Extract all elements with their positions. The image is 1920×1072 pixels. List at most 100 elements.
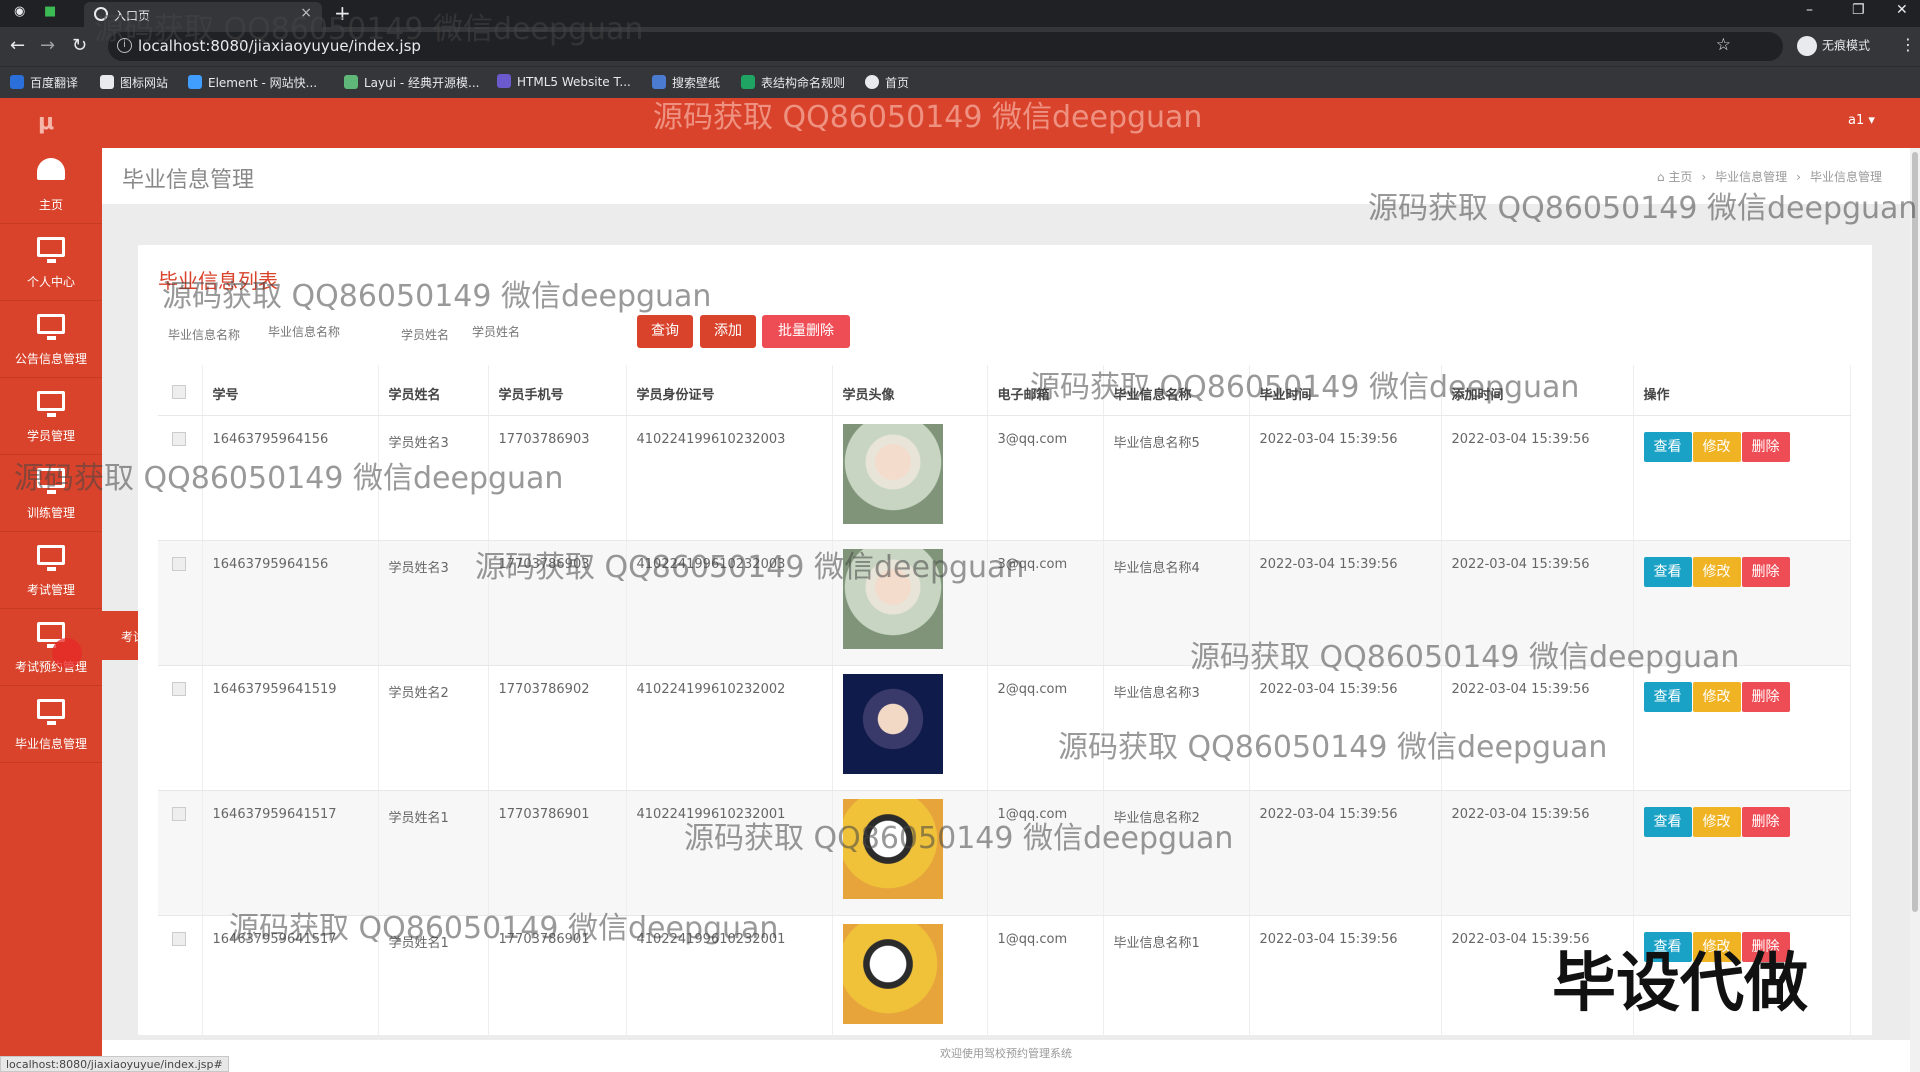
edit-button[interactable]: 修改 bbox=[1692, 431, 1741, 462]
site-info-icon[interactable]: i bbox=[117, 38, 132, 53]
actions-cell: 查看 修改 删除 bbox=[1633, 665, 1851, 791]
sidebar-item-notice[interactable]: 公告信息管理 bbox=[0, 302, 102, 378]
status-bar-url: localhost:8080/jiaxiaoyuyue/index.jsp# bbox=[0, 1056, 229, 1072]
bookmarks-bar: 百度翻译 图标网站 Element - 网站快... Layui - 经典开源模… bbox=[0, 66, 1920, 98]
sidebar-item-exam[interactable]: 考试管理 bbox=[0, 533, 102, 609]
view-button[interactable]: 查看 bbox=[1643, 556, 1692, 587]
avatar-cell bbox=[832, 415, 988, 541]
row-checkbox[interactable] bbox=[172, 431, 186, 446]
view-button[interactable]: 查看 bbox=[1643, 806, 1692, 837]
layui-icon bbox=[344, 75, 358, 89]
user-menu[interactable]: a1 ▾ bbox=[1848, 113, 1875, 128]
app-tab-icon[interactable]: ■ bbox=[44, 4, 56, 19]
bookmark-item[interactable]: 图标网站 bbox=[100, 74, 168, 91]
col-header: 毕业时间 bbox=[1249, 365, 1442, 416]
edit-button[interactable]: 修改 bbox=[1692, 681, 1741, 712]
row-checkbox[interactable] bbox=[172, 681, 186, 696]
bookmark-star-icon[interactable]: ☆ bbox=[1716, 35, 1731, 55]
monitor-icon bbox=[37, 314, 65, 340]
cell-add_time: 2022-03-04 15:39:56 bbox=[1441, 790, 1634, 916]
breadcrumb: ⌂ 主页 › 毕业信息管理 › 毕业信息管理 bbox=[1656, 170, 1882, 184]
grad-name-input[interactable] bbox=[268, 319, 378, 345]
minimize-icon[interactable]: – bbox=[1806, 2, 1813, 18]
page-scrollbar[interactable] bbox=[1910, 148, 1920, 1072]
address-bar: ← → ↻ i localhost:8080/jiaxiaoyuyue/inde… bbox=[0, 27, 1920, 66]
sidebar-item-graduation[interactable]: 毕业信息管理 bbox=[0, 687, 102, 763]
tab-close-icon[interactable]: × bbox=[300, 5, 312, 21]
cell-grad_time: 2022-03-04 15:39:56 bbox=[1249, 790, 1442, 916]
cell-grad_name: 毕业信息名称1 bbox=[1103, 915, 1250, 1041]
monitor-icon bbox=[37, 391, 65, 417]
select-all-checkbox[interactable] bbox=[172, 384, 186, 399]
mouse-cursor bbox=[52, 638, 82, 668]
query-button[interactable]: 查询 bbox=[637, 315, 693, 348]
add-button[interactable]: 添加 bbox=[700, 315, 756, 348]
view-button[interactable]: 查看 bbox=[1643, 431, 1692, 462]
delete-button[interactable]: 删除 bbox=[1741, 806, 1790, 837]
select-cell bbox=[158, 540, 203, 666]
delete-button[interactable]: 删除 bbox=[1741, 431, 1790, 462]
bookmark-item[interactable]: Element - 网站快... bbox=[188, 74, 317, 91]
col-header: 学员头像 bbox=[832, 365, 988, 416]
url-text: localhost:8080/jiaxiaoyuyue/index.jsp bbox=[138, 37, 421, 55]
delete-button[interactable]: 删除 bbox=[1741, 681, 1790, 712]
breadcrumb-section[interactable]: 毕业信息管理 bbox=[1715, 170, 1787, 184]
cell-name: 学员姓名1 bbox=[378, 915, 489, 1041]
col-header: 添加时间 bbox=[1441, 365, 1634, 416]
bookmark-item[interactable]: 搜索壁纸 bbox=[652, 74, 720, 91]
bookmark-item[interactable]: 首页 bbox=[865, 74, 909, 91]
student-name-input[interactable] bbox=[472, 319, 582, 345]
breadcrumb-home[interactable]: 主页 bbox=[1668, 170, 1692, 184]
forward-icon[interactable]: → bbox=[40, 35, 55, 56]
scrollbar-thumb[interactable] bbox=[1912, 152, 1918, 912]
avatar bbox=[842, 423, 943, 524]
row-checkbox[interactable] bbox=[172, 556, 186, 571]
batch-delete-button[interactable]: 批量删除 bbox=[762, 315, 850, 348]
row-checkbox[interactable] bbox=[172, 806, 186, 821]
edit-button[interactable]: 修改 bbox=[1692, 806, 1741, 837]
cell-email: 3@qq.com bbox=[987, 540, 1104, 666]
bookmark-item[interactable]: 表结构命名规则 bbox=[741, 74, 845, 91]
sidebar-item-exam-booking[interactable]: 考试预约管理 bbox=[0, 610, 102, 686]
actions-cell: 查看 修改 删除 bbox=[1633, 790, 1851, 916]
sidebar-item-students[interactable]: 学员管理 bbox=[0, 379, 102, 455]
new-tab-icon[interactable]: + bbox=[334, 1, 351, 25]
bookmark-item[interactable]: HTML5 Website T... bbox=[497, 74, 631, 89]
cell-add_time: 2022-03-04 15:39:56 bbox=[1441, 540, 1634, 666]
avatar-cell bbox=[832, 665, 988, 791]
cell-id: 16463795964156 bbox=[202, 540, 379, 666]
sidebar-item-profile[interactable]: 个人中心 bbox=[0, 225, 102, 301]
monitor-icon bbox=[37, 468, 65, 494]
view-button[interactable]: 查看 bbox=[1643, 681, 1692, 712]
browser-menu-icon[interactable]: ⋮ bbox=[1900, 35, 1916, 54]
app-logo: μ bbox=[38, 110, 55, 135]
cell-idcard: 410224199610232002 bbox=[626, 665, 833, 791]
url-field[interactable]: i localhost:8080/jiaxiaoyuyue/index.jsp … bbox=[108, 32, 1783, 61]
incognito-indicator[interactable]: 无痕模式 bbox=[1797, 36, 1870, 56]
col-header: 学员姓名 bbox=[378, 365, 489, 416]
cell-id: 164637959641517 bbox=[202, 790, 379, 916]
edit-button[interactable]: 修改 bbox=[1692, 556, 1741, 587]
back-icon[interactable]: ← bbox=[10, 35, 25, 56]
bookmark-item[interactable]: 百度翻译 bbox=[10, 74, 78, 91]
browser-tab-bar: ◉ ■ 入口页 × + – ❐ ✕ bbox=[0, 0, 1920, 27]
window-close-icon[interactable]: ✕ bbox=[1896, 2, 1908, 18]
sidebar-item-training[interactable]: 训练管理 bbox=[0, 456, 102, 532]
cell-grad_time: 2022-03-04 15:39:56 bbox=[1249, 415, 1442, 541]
cell-grad_name: 毕业信息名称4 bbox=[1103, 540, 1250, 666]
html5-icon bbox=[497, 74, 511, 88]
col-header: 操作 bbox=[1633, 365, 1851, 416]
table-header-row: 学号 学员姓名 学员手机号 学员身份证号 学员头像 电子邮箱 毕业信息名称 毕业… bbox=[158, 365, 1851, 416]
incognito-label: 无痕模式 bbox=[1822, 38, 1871, 53]
bookmark-item[interactable]: Layui - 经典开源模... bbox=[344, 74, 479, 91]
reload-icon[interactable]: ↻ bbox=[72, 35, 87, 56]
cell-id: 164637959641517 bbox=[202, 915, 379, 1041]
restore-icon[interactable]: ❐ bbox=[1852, 2, 1865, 18]
delete-button[interactable]: 删除 bbox=[1741, 556, 1790, 587]
sidebar-item-home[interactable]: 主页 bbox=[0, 148, 102, 224]
row-checkbox[interactable] bbox=[172, 931, 186, 946]
cell-phone: 17703786902 bbox=[488, 665, 627, 791]
student-name-label: 学员姓名 bbox=[401, 328, 450, 342]
avatar bbox=[842, 673, 943, 774]
browser-tab[interactable]: 入口页 × bbox=[84, 2, 322, 27]
